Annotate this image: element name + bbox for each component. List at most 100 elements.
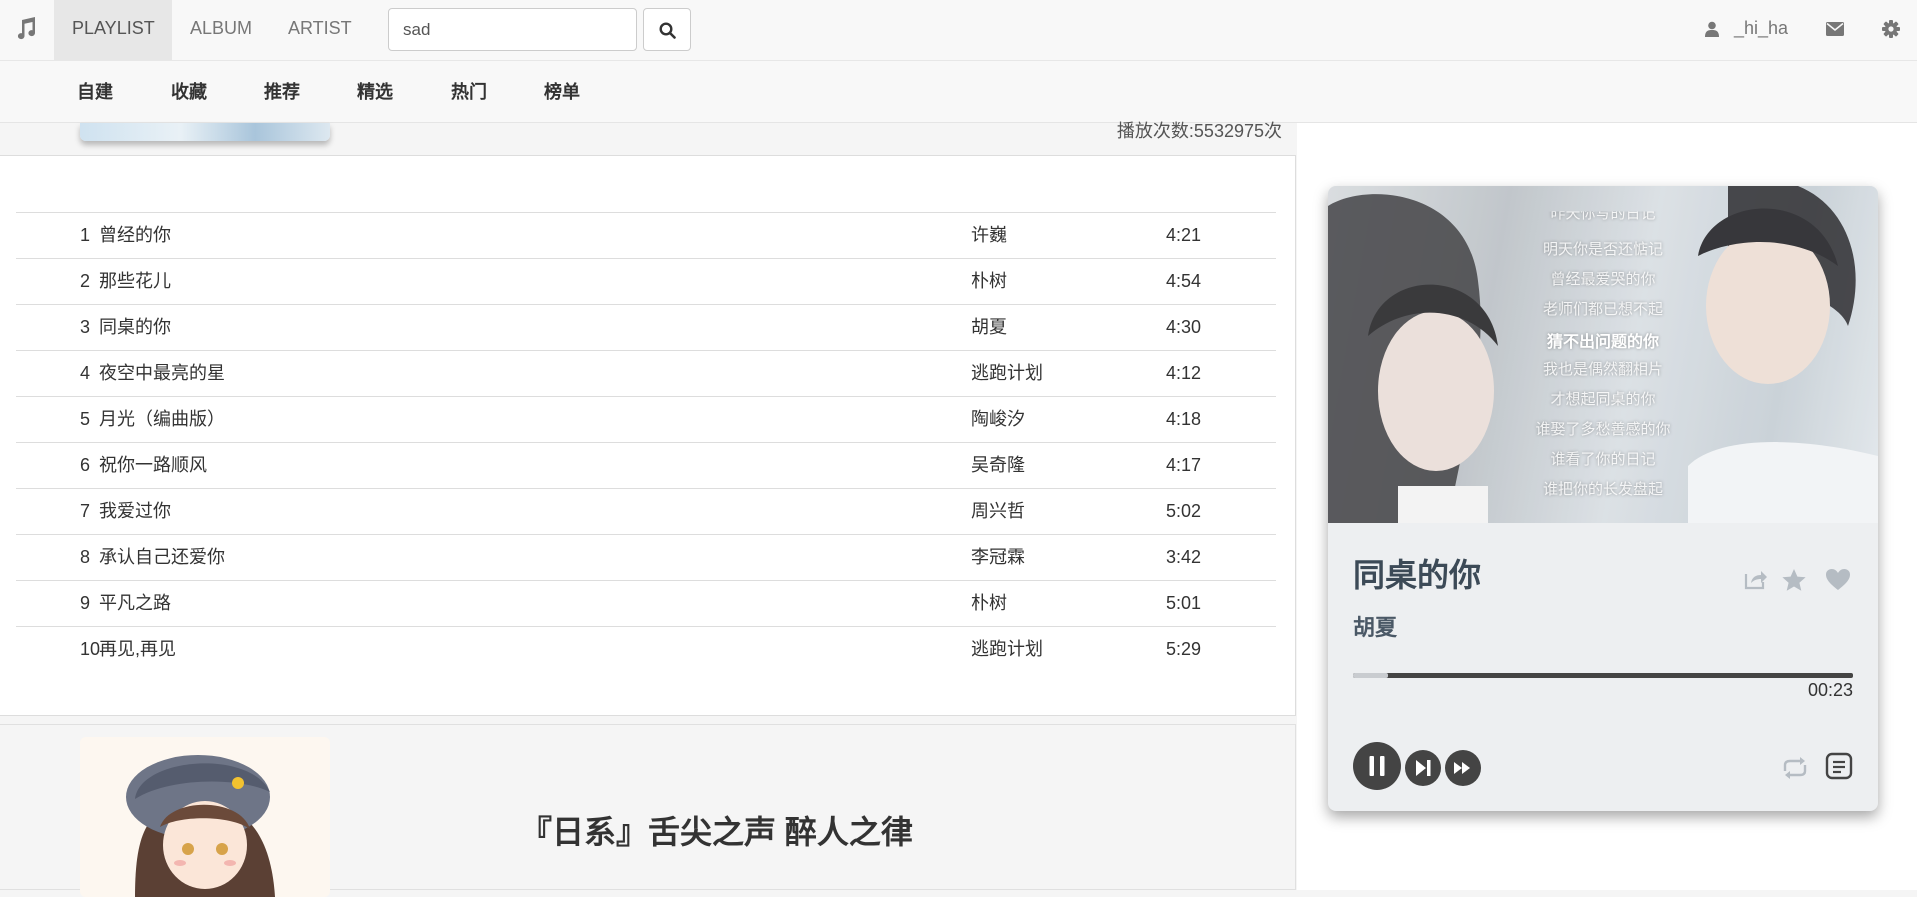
lyric-line: 曾经最爱哭的你 (1550, 271, 1656, 288)
track-duration: 4:21 (1166, 225, 1202, 245)
lyric-line: 老师们都已想不起 (1542, 301, 1663, 318)
subnav-item-charts[interactable]: 榜单 (544, 61, 580, 123)
fast-forward-icon (1445, 750, 1481, 786)
lyric-line: 我也是偶然翻相片 (1542, 361, 1663, 378)
lyric-line: 谁看了你的日记 (1550, 451, 1656, 468)
lyric-line-current: 猜不出问题的你 (1546, 334, 1659, 351)
lyric-line: 才想起同桌的你 (1550, 391, 1656, 408)
search-button[interactable] (643, 8, 691, 51)
track-title: 再见,再见 (99, 639, 177, 659)
play-count: 播放次数:5532975次 (1116, 121, 1282, 141)
playlist-cover-anime-girl[interactable] (80, 737, 330, 897)
progress-played (1353, 673, 1388, 678)
envelope-icon[interactable] (1826, 0, 1844, 57)
next-track-button[interactable] (1405, 750, 1441, 791)
track-duration: 4:12 (1166, 363, 1202, 383)
track-number: 1 (80, 225, 91, 245)
playlist-cover[interactable] (80, 123, 330, 141)
track-duration: 5:01 (1166, 593, 1202, 613)
category-subnav: 自建 收藏 推荐 精选 热门 榜单 (0, 61, 1917, 123)
track-title: 同桌的你 (99, 317, 171, 337)
track-list: 1 曾经的你 许巍 4:21 2 那些花儿 朴树 4:54 3 同桌的你 胡夏 4:30 4 夜空中最亮的… (0, 156, 1296, 783)
track-artist: 朴树 (971, 593, 1007, 613)
track-row[interactable]: 3 同桌的你 胡夏 4:30 (16, 304, 1276, 350)
lyric-line: 谁娶了多愁善感的你 (1535, 421, 1671, 438)
track-row[interactable]: 4 夜空中最亮的星 逃跑计划 4:12 (16, 350, 1276, 396)
track-artist: 胡夏 (971, 317, 1007, 337)
track-row[interactable]: 2 那些花儿 朴树 4:54 (16, 258, 1276, 304)
track-duration: 4:54 (1166, 271, 1202, 291)
track-artist: 逃跑计划 (971, 639, 1043, 659)
track-duration: 5:02 (1166, 501, 1202, 521)
track-duration: 4:18 (1166, 409, 1202, 429)
fast-forward-button[interactable] (1445, 750, 1481, 791)
subnav-item-favorites[interactable]: 收藏 (171, 61, 207, 123)
track-title: 我爱过你 (99, 501, 171, 521)
track-number: 4 (80, 363, 91, 383)
playlist-card-title[interactable]: 『日系』舌尖之声 醉人之律 (520, 807, 913, 853)
track-title: 月光（编曲版） (99, 409, 225, 429)
track-number: 8 (80, 547, 91, 567)
track-artist: 陶峻汐 (971, 409, 1025, 429)
tab-playlist[interactable]: PLAYLIST (54, 0, 172, 61)
subnav-item-featured[interactable]: 精选 (357, 61, 393, 123)
music-note-icon[interactable] (14, 16, 38, 40)
track-title: 曾经的你 (99, 225, 171, 245)
skip-next-icon (1405, 750, 1441, 786)
track-number: 6 (80, 455, 91, 475)
repeat-icon[interactable] (1780, 756, 1810, 785)
now-playing-title: 同桌的你 (1353, 557, 1482, 593)
track-artist: 逃跑计划 (971, 363, 1043, 383)
tab-artist[interactable]: ARTIST (270, 0, 370, 61)
track-title: 承认自己还爱你 (99, 547, 225, 567)
track-artist: 吴奇隆 (971, 455, 1025, 475)
track-row[interactable]: 10 再见,再见 逃跑计划 5:29 (16, 626, 1276, 672)
track-row[interactable]: 8 承认自己还爱你 李冠霖 3:42 (16, 534, 1276, 580)
track-title: 祝你一路顺风 (99, 455, 207, 475)
playlist-card[interactable]: 『日系』舌尖之声 醉人之律 (0, 724, 1296, 897)
track-artist: 朴树 (971, 271, 1007, 291)
track-duration: 5:29 (1166, 639, 1202, 659)
track-row[interactable]: 9 平凡之路 朴树 5:01 (16, 580, 1276, 626)
search-input[interactable]: sad (388, 8, 637, 51)
playlist-header: 播放次数:5532975次 (0, 121, 1296, 156)
track-artist: 周兴哲 (971, 501, 1025, 521)
track-number: 2 (80, 271, 91, 291)
track-row[interactable]: 1 曾经的你 许巍 4:21 (16, 212, 1276, 258)
playlist-icon[interactable] (1825, 752, 1853, 785)
track-artist: 李冠霖 (971, 547, 1025, 567)
search-icon (659, 22, 676, 39)
subnav-item-recommended[interactable]: 推荐 (264, 61, 300, 123)
track-duration: 4:30 (1166, 317, 1202, 337)
now-playing-artist[interactable]: 胡夏 (1353, 610, 1397, 642)
track-number: 7 (80, 501, 91, 521)
track-row[interactable]: 5 月光（编曲版） 陶峻汐 4:18 (16, 396, 1276, 442)
username: _hi_ha (1734, 18, 1789, 38)
subnav-item-custom[interactable]: 自建 (77, 61, 113, 123)
user-menu[interactable]: _hi_ha (1705, 0, 1788, 57)
user-icon (1705, 21, 1719, 38)
subnav-item-hot[interactable]: 热门 (451, 61, 487, 123)
star-icon[interactable] (1781, 568, 1807, 597)
track-duration: 4:17 (1166, 455, 1202, 475)
track-number: 5 (80, 409, 91, 429)
track-title: 夜空中最亮的星 (99, 363, 225, 383)
tab-album[interactable]: ALBUM (172, 0, 270, 61)
top-navbar: PLAYLIST ALBUM ARTIST sad _hi_ha (0, 0, 1917, 61)
track-artist: 许巍 (971, 225, 1007, 245)
progress-bar[interactable] (1353, 673, 1853, 678)
track-number: 9 (80, 593, 91, 613)
album-art: 昨天你写的日记 明天你是否还惦记 曾经最爱哭的你 老师们都已想不起 猜不出问题的你 我也是… (1328, 186, 1878, 523)
music-player: 昨天你写的日记 明天你是否还惦记 曾经最爱哭的你 老师们都已想不起 猜不出问题的你 我也是… (1328, 186, 1878, 811)
track-title: 平凡之路 (99, 593, 171, 613)
track-row[interactable]: 7 我爱过你 周兴哲 5:02 (16, 488, 1276, 534)
track-row[interactable]: 6 祝你一路顺风 吴奇隆 4:17 (16, 442, 1276, 488)
pause-button[interactable] (1353, 742, 1401, 795)
share-icon[interactable] (1744, 568, 1768, 595)
heart-icon[interactable] (1825, 568, 1851, 596)
gear-icon[interactable] (1882, 0, 1900, 57)
pause-icon (1353, 742, 1401, 790)
lyric-line: 明天你是否还惦记 (1542, 241, 1663, 258)
current-time: 00:23 (1807, 680, 1853, 700)
track-title: 那些花儿 (99, 271, 171, 291)
